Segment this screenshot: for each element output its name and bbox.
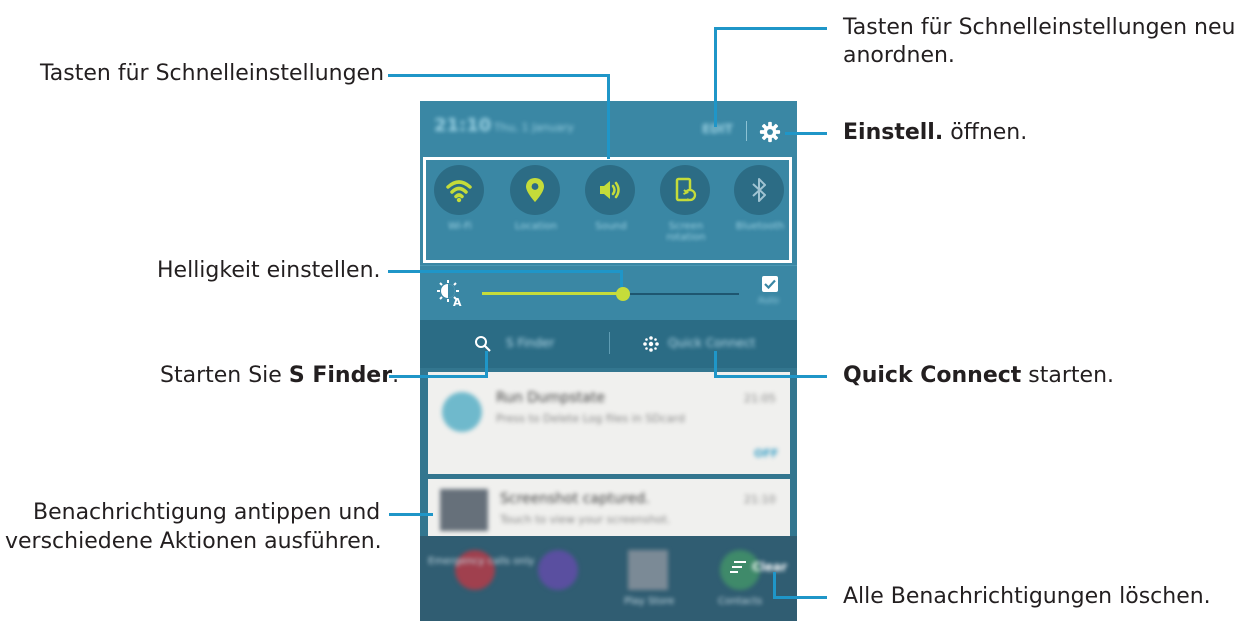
notification-icon: [442, 392, 482, 432]
notification-subtitle: Press to Delete Log files in SDcard: [496, 412, 685, 425]
qs-rotation-circle: [660, 165, 710, 215]
callout-quick-connect-bold: Quick Connect: [843, 363, 1022, 388]
brightness-thumb[interactable]: [616, 287, 631, 301]
callout-clear-all: Alle Benachrichtigungen löschen.: [843, 584, 1211, 609]
notification-time: 21:05: [744, 392, 776, 405]
screen-rotation-icon: [675, 177, 697, 202]
search-icon: [475, 336, 491, 352]
quick-connect-icon: [643, 336, 659, 352]
callout-line: [785, 132, 827, 135]
callout-line: [607, 74, 610, 159]
auto-checkbox[interactable]: [762, 276, 778, 292]
app-icon: [628, 550, 668, 590]
notification-card[interactable]: Run Dumpstate Press to Delete Log files …: [428, 372, 790, 474]
brightness-row: A Auto: [420, 265, 797, 321]
notification-time: 21:10: [744, 493, 776, 506]
qs-location-circle: [510, 165, 560, 215]
callout-notif-line1: Benachrichtigung antippen und: [33, 500, 381, 525]
qs-bluetooth-circle: [734, 165, 784, 215]
search-divider: [609, 332, 610, 354]
callout-line: [714, 351, 717, 378]
search-row: S Finder Quick Connect: [420, 320, 797, 368]
sound-icon: [600, 181, 620, 199]
callout-line: [389, 513, 433, 516]
qs-tile-screen-rotation[interactable]: Screen rotation: [660, 165, 712, 245]
svg-text:A: A: [453, 296, 462, 308]
callout-sfinder-pre: Starten Sie: [160, 363, 289, 388]
callout-rearrange-line2: anordnen.: [843, 43, 955, 68]
settings-button[interactable]: [759, 121, 781, 143]
notification-title: Screenshot captured.: [500, 491, 650, 507]
app-label: Contacts: [718, 596, 763, 607]
callout-line: [714, 375, 827, 378]
auto-label: Auto: [758, 296, 779, 306]
clear-all-button[interactable]: Clear: [720, 554, 790, 580]
sfinder-button[interactable]: S Finder: [470, 330, 590, 358]
qs-location-label: Location: [514, 221, 558, 232]
bluetooth-icon: [752, 178, 766, 202]
qs-wifi-circle: [434, 165, 484, 215]
callout-line: [714, 27, 827, 30]
quick-settings-panel: Wi-Fi Location Sound Screen rotation Blu…: [420, 155, 797, 265]
checkmark-icon: [764, 279, 776, 290]
callout-qs-buttons: Tasten für Schnelleinstellungen: [40, 61, 385, 86]
notification-title: Run Dumpstate: [496, 390, 605, 406]
callout-brightness: Helligkeit einstellen.: [157, 258, 381, 283]
callout-quick-connect-rest: starten.: [1021, 363, 1115, 388]
qs-tile-sound[interactable]: Sound: [585, 165, 637, 245]
edit-button[interactable]: EDIT: [702, 122, 733, 136]
app-icon: [538, 550, 578, 590]
callout-line: [388, 270, 623, 273]
screenshot-thumbnail: [440, 489, 488, 531]
callout-open-settings-rest: öffnen.: [943, 120, 1028, 145]
notification-card[interactable]: Screenshot captured. Touch to view your …: [428, 479, 790, 543]
callout-line: [389, 375, 488, 378]
callout-line: [388, 74, 610, 77]
brightness-auto-icon[interactable]: A: [436, 278, 466, 308]
homescreen-background: Emergency calls only Play Store Contacts…: [420, 536, 797, 621]
clear-all-icon: [730, 561, 746, 573]
qs-sound-label: Sound: [595, 221, 627, 232]
callout-line: [714, 27, 717, 127]
qs-sound-circle: [585, 165, 635, 215]
notification-subtitle: Touch to view your screenshot.: [500, 513, 671, 526]
brightness-fill: [482, 292, 624, 295]
callout-line: [773, 572, 776, 599]
callout-quick-connect: Quick Connect starten.: [843, 362, 1114, 390]
callout-open-settings-bold: Einstell.: [843, 120, 944, 145]
status-time: 21:10: [434, 115, 492, 136]
location-icon: [526, 178, 544, 202]
qs-rotation-label: Screen rotation: [666, 221, 706, 243]
callout-line: [485, 351, 488, 378]
wifi-icon: [446, 180, 472, 203]
callout-line: [620, 270, 623, 287]
notification-off-button[interactable]: OFF: [754, 447, 778, 460]
sfinder-label: S Finder: [506, 336, 555, 350]
callout-rearrange-line1: Tasten für Schnelleinstellungen neu: [843, 15, 1236, 40]
brightness-slider[interactable]: [482, 287, 739, 301]
clear-all-label: Clear: [752, 560, 788, 574]
app-label: Emergency calls only: [428, 556, 535, 567]
qs-tile-wifi[interactable]: Wi-Fi: [434, 165, 486, 245]
status-date: Thu, 1 January: [494, 121, 574, 134]
callout-line: [773, 596, 827, 599]
callout-notif-line2: verschiedene Aktionen ausführen.: [5, 529, 382, 554]
callout-sfinder: Starten Sie S Finder.: [160, 362, 399, 390]
qs-bluetooth-label: Bluetooth: [735, 221, 785, 232]
quick-connect-label: Quick Connect: [668, 336, 756, 350]
callout-sfinder-bold: S Finder: [288, 363, 393, 388]
status-divider: [746, 121, 747, 141]
qs-tile-bluetooth[interactable]: Bluetooth: [734, 165, 786, 245]
qs-tile-location[interactable]: Location: [510, 165, 562, 245]
app-label: Play Store: [624, 596, 675, 607]
quick-connect-button[interactable]: Quick Connect: [638, 330, 778, 358]
notification-panel: 21:10 Thu, 1 January EDIT Wi-Fi Location…: [420, 101, 797, 621]
callout-open-settings: Einstell. öffnen.: [843, 119, 1027, 147]
gear-icon: [759, 121, 781, 143]
qs-wifi-label: Wi-Fi: [448, 221, 472, 232]
